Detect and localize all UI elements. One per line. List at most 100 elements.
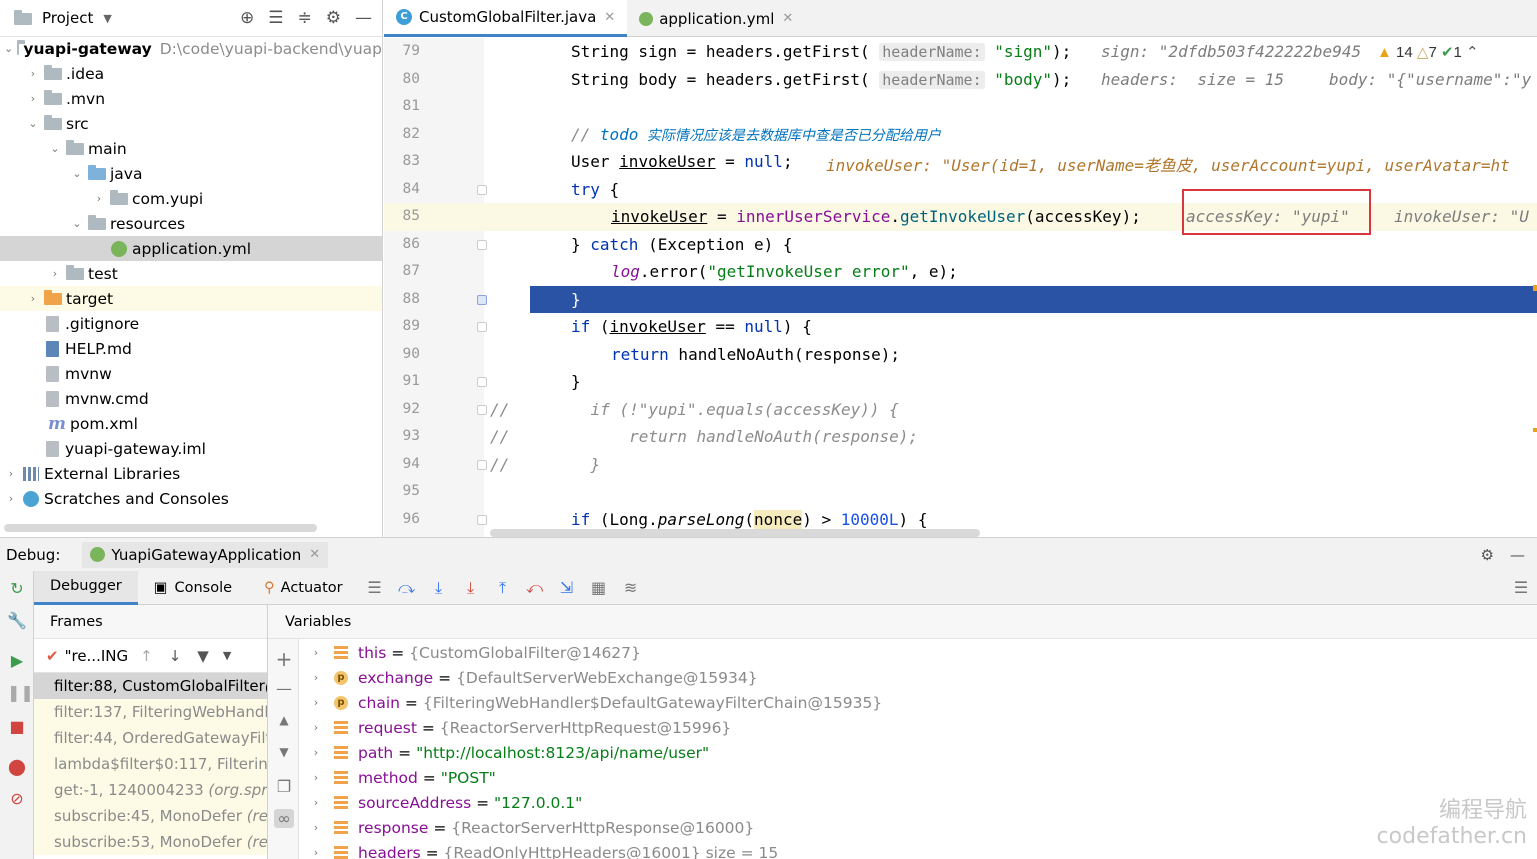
- expand-all-icon[interactable]: ☰: [268, 8, 283, 28]
- chevron-right-icon[interactable]: ›: [308, 821, 324, 834]
- copy-icon[interactable]: ❐: [274, 777, 294, 796]
- code-line[interactable]: 79 String sign = headers.getFirst( heade…: [384, 38, 1537, 66]
- arrow-up-icon[interactable]: ↑: [140, 647, 153, 665]
- tree-item-test[interactable]: › test: [0, 261, 382, 286]
- variable-row[interactable]: › p exchange = {DefaultServerWebExchange…: [308, 665, 758, 690]
- tab-debugger[interactable]: Debugger: [34, 570, 138, 605]
- chevron-right-icon[interactable]: ›: [308, 771, 324, 784]
- drop-frame-icon[interactable]: ⤺: [519, 578, 551, 598]
- error-stripe-marker[interactable]: [1533, 285, 1537, 291]
- tree-item-iml[interactable]: yuapi-gateway.iml: [0, 436, 382, 461]
- step-into-icon[interactable]: ⤓: [423, 578, 455, 598]
- chevron-down-icon[interactable]: ⌄: [70, 217, 84, 230]
- chevron-down-icon[interactable]: ▼: [103, 12, 111, 25]
- variable-row[interactable]: › sourceAddress = "127.0.0.1": [308, 790, 582, 815]
- chevron-right-icon[interactable]: ›: [26, 292, 40, 305]
- pause-icon[interactable]: ❚❚: [7, 683, 34, 703]
- fold-marker-icon[interactable]: [477, 459, 487, 470]
- code-line[interactable]: 80 String body = headers.getFirst( heade…: [384, 66, 1537, 94]
- stop-icon[interactable]: ■: [7, 717, 27, 737]
- variable-row[interactable]: › response = {ReactorServerHttpResponse@…: [308, 815, 754, 840]
- mute-breakpoints-icon[interactable]: ⊘: [7, 789, 27, 809]
- rerun-icon[interactable]: ↻: [7, 579, 27, 599]
- tree-item-external-libraries[interactable]: › External Libraries: [0, 461, 382, 486]
- tree-item-gitignore[interactable]: .gitignore: [0, 311, 382, 336]
- step-over-icon[interactable]: ⤼: [391, 578, 423, 598]
- tree-item-mvnw[interactable]: mvnw: [0, 361, 382, 386]
- tree-item-idea[interactable]: › .idea: [0, 61, 382, 86]
- chevron-down-icon[interactable]: ⌄: [4, 42, 13, 55]
- chevron-right-icon[interactable]: ›: [308, 846, 324, 859]
- code-editor[interactable]: 79 String sign = headers.getFirst( heade…: [384, 38, 1537, 537]
- gear-icon[interactable]: ⚙: [326, 8, 341, 28]
- chevron-right-icon[interactable]: ›: [308, 721, 324, 734]
- tab-application-yml[interactable]: application.yml ✕: [627, 0, 805, 37]
- chevron-right-icon[interactable]: ›: [26, 67, 40, 80]
- inspection-widget[interactable]: ▲ 14 △7 ✔1 ⌃: [1377, 43, 1479, 61]
- move-down-icon[interactable]: ▼: [274, 745, 294, 759]
- tree-item-yuapi-gateway[interactable]: ⌄ yuapi-gateway D:\code\yuapi-backend\yu…: [0, 36, 382, 61]
- tree-item-com-yupi[interactable]: › com.yupi: [0, 186, 382, 211]
- chevron-down-icon[interactable]: ⌄: [48, 142, 62, 155]
- stack-frame[interactable]: subscribe:45, MonoDefer (rea: [34, 803, 267, 829]
- gear-icon[interactable]: ⚙: [1481, 546, 1494, 564]
- close-icon[interactable]: ✕: [604, 10, 615, 25]
- project-horizontal-scrollbar[interactable]: [4, 524, 317, 532]
- tree-item-main[interactable]: ⌄ main: [0, 136, 382, 161]
- tab-actuator[interactable]: ⚲ Actuator: [248, 571, 359, 605]
- variable-row[interactable]: › p chain = {FilteringWebHandler$Default…: [308, 690, 882, 715]
- filter-icon[interactable]: ▼: [197, 647, 209, 665]
- stack-frame[interactable]: subscribe:53, MonoDefer (rea: [34, 829, 267, 855]
- tree-item-java[interactable]: ⌄ java: [0, 161, 382, 186]
- code-line[interactable]: 89 if (invokeUser == null) {: [384, 313, 1537, 341]
- chevron-right-icon[interactable]: ›: [308, 671, 324, 684]
- chevron-right-icon[interactable]: ›: [92, 192, 106, 205]
- code-line[interactable]: 82 // todo 实际情况应该是去数据库中查是否已分配给用户: [384, 121, 1537, 149]
- tree-item-pom-xml[interactable]: m pom.xml: [0, 411, 382, 436]
- error-stripe-marker[interactable]: [1533, 300, 1537, 303]
- debug-config-tab[interactable]: YuapiGatewayApplication ✕: [82, 541, 329, 568]
- code-line[interactable]: 90 return handleNoAuth(response);: [384, 341, 1537, 369]
- code-line[interactable]: 87 log.error("getInvokeUser error", e);: [384, 258, 1537, 286]
- code-line[interactable]: 94 // }: [384, 451, 1537, 479]
- tab-custom-global-filter[interactable]: C CustomGlobalFilter.java ✕: [384, 0, 628, 37]
- stack-frame[interactable]: lambda$filter$0:117, Filtering: [34, 751, 267, 777]
- close-icon[interactable]: ✕: [782, 11, 793, 26]
- variable-row[interactable]: › this = {CustomGlobalFilter@14627}: [308, 640, 641, 665]
- chevron-right-icon[interactable]: ›: [308, 796, 324, 809]
- tab-console[interactable]: ▣ Console: [138, 571, 248, 605]
- move-up-icon[interactable]: ▲: [274, 713, 294, 727]
- close-icon[interactable]: ✕: [309, 547, 320, 562]
- add-watch-icon[interactable]: +: [274, 647, 294, 671]
- stack-frame[interactable]: filter:88, CustomGlobalFilter(: [34, 673, 267, 699]
- locate-icon[interactable]: ⊕: [240, 8, 254, 28]
- chevron-down-icon[interactable]: ⌄: [70, 167, 84, 180]
- hide-icon[interactable]: —: [355, 8, 372, 28]
- fold-marker-icon[interactable]: [477, 294, 487, 305]
- layout-menu-icon[interactable]: ☰: [359, 578, 391, 597]
- code-line-execution-point[interactable]: 88 }: [384, 285, 1537, 313]
- run-to-cursor-icon[interactable]: ⇲: [551, 578, 583, 597]
- collapse-all-icon[interactable]: ≑: [298, 8, 312, 28]
- thread-selector[interactable]: ✔ "re...ING ↑ ↓ ▼ ▼: [34, 639, 267, 673]
- force-step-into-icon[interactable]: ⤓: [455, 578, 487, 598]
- resume-icon[interactable]: ▶: [7, 651, 27, 671]
- chevron-right-icon[interactable]: ›: [308, 746, 324, 759]
- chevron-right-icon[interactable]: ›: [48, 267, 62, 280]
- variable-row[interactable]: › method = "POST": [308, 765, 496, 790]
- chevron-down-icon[interactable]: ⌄: [26, 117, 40, 130]
- fold-marker-icon[interactable]: [477, 184, 487, 195]
- tree-item-application-yml[interactable]: application.yml: [0, 236, 382, 261]
- editor-horizontal-scrollbar[interactable]: [490, 529, 980, 537]
- fold-marker-icon[interactable]: [477, 322, 487, 332]
- chevron-right-icon[interactable]: ›: [4, 467, 18, 480]
- tree-item-help-md[interactable]: HELP.md: [0, 336, 382, 361]
- view-breakpoints-icon[interactable]: ⬤: [7, 757, 27, 777]
- variable-row[interactable]: › path = "http://localhost:8123/api/name…: [308, 740, 709, 765]
- more-icon[interactable]: ☰: [1505, 578, 1537, 597]
- step-out-icon[interactable]: ⤒: [487, 578, 519, 598]
- chevron-right-icon[interactable]: ›: [4, 492, 18, 505]
- hide-icon[interactable]: —: [1510, 546, 1525, 564]
- remove-watch-icon[interactable]: —: [274, 679, 294, 698]
- wrench-icon[interactable]: 🔧: [7, 611, 27, 631]
